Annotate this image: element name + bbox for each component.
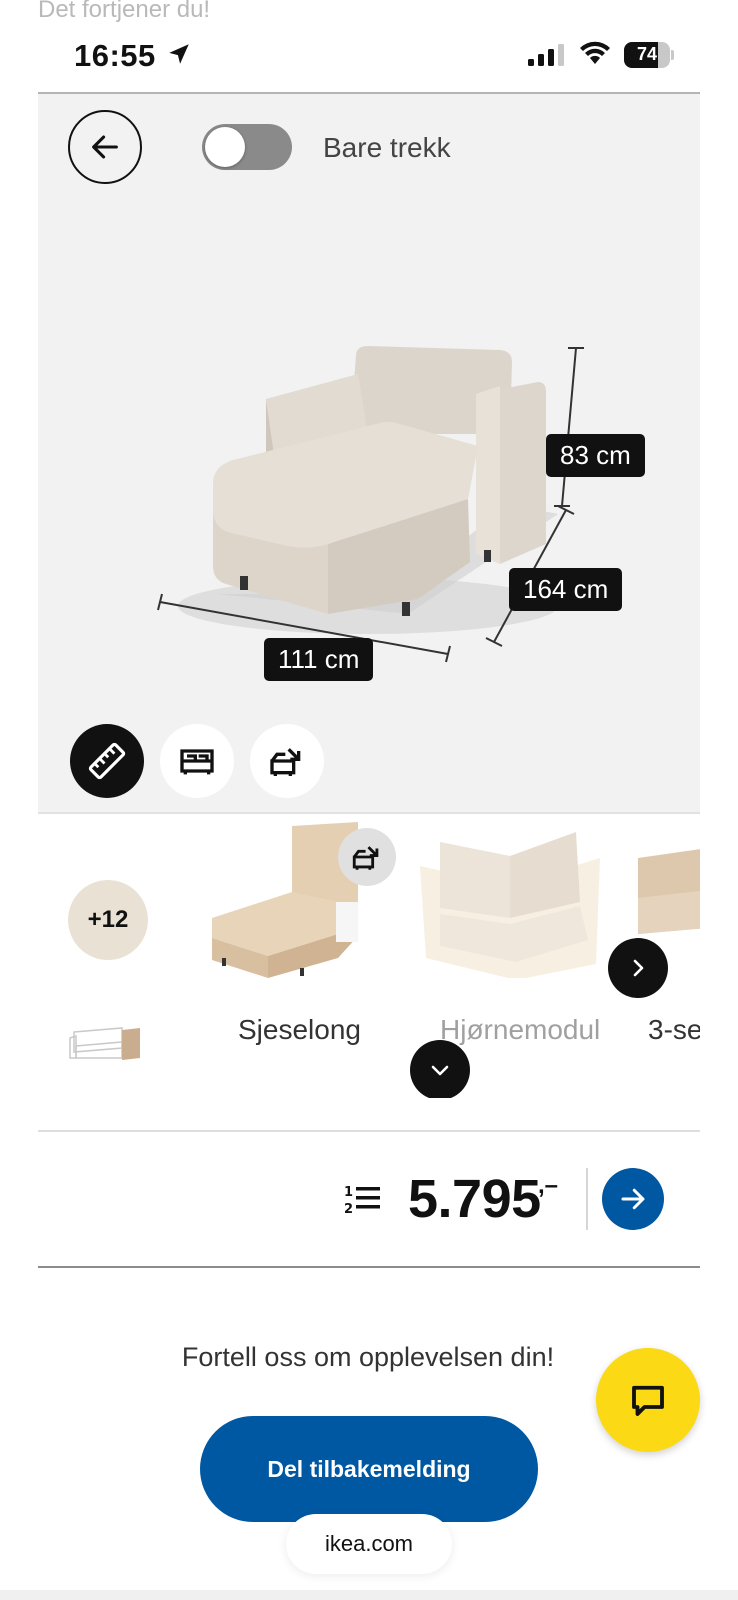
storage-view-button[interactable] [250,724,324,798]
measure-view-button[interactable] [70,724,144,798]
home-indicator-area [0,1590,738,1600]
module-label-sjeselong[interactable]: Sjeselong [238,1014,361,1046]
chevron-right-icon [633,959,644,977]
sofa-layout-thumbnail[interactable] [68,1018,144,1062]
continue-button[interactable] [602,1168,664,1230]
divider [38,1266,700,1268]
numbered-list-icon[interactable]: 1 2 [344,1182,384,1216]
price-separator [586,1168,588,1230]
module-label-3-seter[interactable]: 3-se [648,1014,700,1046]
wifi-icon [580,41,610,64]
cover-only-toggle[interactable] [202,124,292,170]
top-banner-text: Det fortjener du! [38,0,211,23]
dimension-depth-label: 164 cm [509,568,623,611]
arrow-right-icon [621,1188,645,1210]
browser-url-pill[interactable]: ikea.com [286,1514,452,1574]
dimension-height-label: 83 cm [546,434,645,477]
dimension-width-label: 111 cm [264,638,374,681]
more-modules-badge[interactable]: +12 [68,880,148,960]
sofa-bed-icon [180,749,214,775]
cover-only-label: Bare trekk [323,132,451,163]
battery-icon: 74 [624,42,674,68]
battery-percent: 74 [636,44,658,64]
storage-icon [270,748,301,776]
module-label-hjornemodul[interactable]: Hjørnemodul [440,1014,600,1046]
divider [38,1130,700,1132]
product-viewer[interactable]: Bare trekk 83 cm 164 cm 111 cm [38,92,700,814]
chevron-down-icon [431,1065,449,1076]
svg-text:1: 1 [344,1185,353,1200]
carousel-next-button[interactable] [608,938,668,998]
svg-text:2: 2 [344,1202,353,1216]
back-button[interactable] [68,110,142,184]
arrow-left-icon [92,135,118,159]
share-feedback-button[interactable]: Del tilbakemelding [200,1416,538,1522]
location-arrow-icon [169,44,189,64]
module-hjornemodul-image[interactable] [420,818,606,978]
cellular-signal-icon [528,44,564,66]
chat-button[interactable] [596,1348,700,1452]
bed-view-button[interactable] [160,724,234,798]
expand-modules-button[interactable] [410,1040,470,1098]
price-amount: 5.795 [408,1169,541,1229]
status-bar: 16:55 74 [0,28,738,80]
chat-bubble-icon [632,1385,664,1416]
price-suffix: ,– [538,1172,559,1199]
ruler-icon [88,742,126,780]
module-carousel[interactable]: +12 Sjeselong Hjørnemodul 3-se [38,818,700,1098]
feedback-prompt-text: Fortell oss om opplevelsen din! [181,1342,555,1372]
storage-badge [338,828,396,886]
status-time: 16:55 [74,38,156,73]
storage-icon [352,846,379,870]
